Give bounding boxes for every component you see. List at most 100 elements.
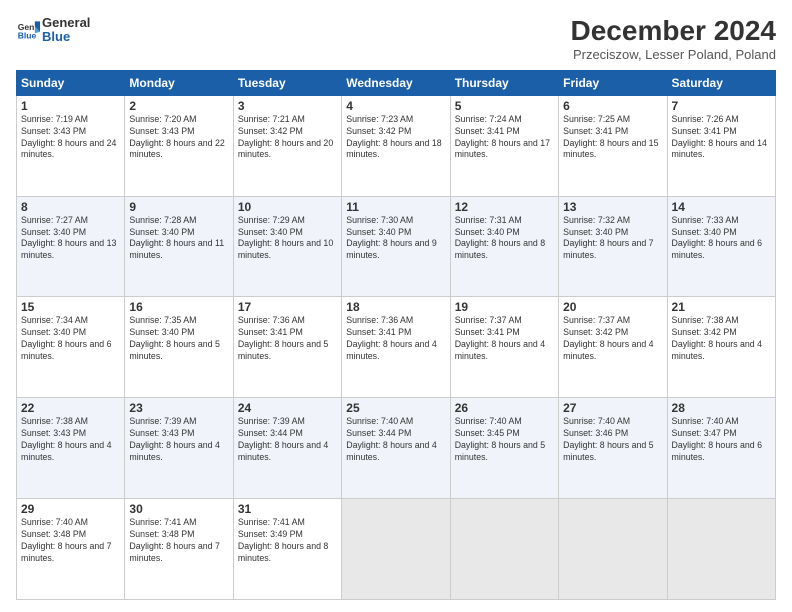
day-info: Sunrise: 7:39 AM Sunset: 3:44 PM Dayligh… (238, 416, 337, 464)
day-number: 13 (563, 200, 662, 214)
day-info: Sunrise: 7:34 AM Sunset: 3:40 PM Dayligh… (21, 315, 120, 363)
day-cell-1: 1 Sunrise: 7:19 AM Sunset: 3:43 PM Dayli… (17, 95, 125, 196)
col-header-thursday: Thursday (450, 70, 558, 95)
day-cell-6: 6 Sunrise: 7:25 AM Sunset: 3:41 PM Dayli… (559, 95, 667, 196)
day-info: Sunrise: 7:32 AM Sunset: 3:40 PM Dayligh… (563, 215, 662, 263)
day-info: Sunrise: 7:37 AM Sunset: 3:41 PM Dayligh… (455, 315, 554, 363)
location: Przeciszow, Lesser Poland, Poland (571, 47, 776, 62)
day-cell-26: 26 Sunrise: 7:40 AM Sunset: 3:45 PM Dayl… (450, 398, 558, 499)
day-info: Sunrise: 7:31 AM Sunset: 3:40 PM Dayligh… (455, 215, 554, 263)
col-header-monday: Monday (125, 70, 233, 95)
day-number: 17 (238, 300, 337, 314)
calendar-table: SundayMondayTuesdayWednesdayThursdayFrid… (16, 70, 776, 600)
day-cell-22: 22 Sunrise: 7:38 AM Sunset: 3:43 PM Dayl… (17, 398, 125, 499)
day-info: Sunrise: 7:40 AM Sunset: 3:45 PM Dayligh… (455, 416, 554, 464)
month-title: December 2024 (571, 16, 776, 47)
day-info: Sunrise: 7:33 AM Sunset: 3:40 PM Dayligh… (672, 215, 771, 263)
day-info: Sunrise: 7:23 AM Sunset: 3:42 PM Dayligh… (346, 114, 445, 162)
col-header-friday: Friday (559, 70, 667, 95)
day-number: 30 (129, 502, 228, 516)
day-info: Sunrise: 7:35 AM Sunset: 3:40 PM Dayligh… (129, 315, 228, 363)
day-number: 6 (563, 99, 662, 113)
day-cell-2: 2 Sunrise: 7:20 AM Sunset: 3:43 PM Dayli… (125, 95, 233, 196)
week-row-2: 8 Sunrise: 7:27 AM Sunset: 3:40 PM Dayli… (17, 196, 776, 297)
day-number: 8 (21, 200, 120, 214)
day-info: Sunrise: 7:20 AM Sunset: 3:43 PM Dayligh… (129, 114, 228, 162)
day-cell-15: 15 Sunrise: 7:34 AM Sunset: 3:40 PM Dayl… (17, 297, 125, 398)
header: Gen Blue General Blue December 2024 Prze… (16, 16, 776, 62)
day-cell-28: 28 Sunrise: 7:40 AM Sunset: 3:47 PM Dayl… (667, 398, 775, 499)
day-info: Sunrise: 7:41 AM Sunset: 3:48 PM Dayligh… (129, 517, 228, 565)
day-cell-30: 30 Sunrise: 7:41 AM Sunset: 3:48 PM Dayl… (125, 499, 233, 600)
day-cell-10: 10 Sunrise: 7:29 AM Sunset: 3:40 PM Dayl… (233, 196, 341, 297)
day-number: 29 (21, 502, 120, 516)
day-cell-13: 13 Sunrise: 7:32 AM Sunset: 3:40 PM Dayl… (559, 196, 667, 297)
col-header-wednesday: Wednesday (342, 70, 450, 95)
day-number: 23 (129, 401, 228, 415)
day-info: Sunrise: 7:40 AM Sunset: 3:47 PM Dayligh… (672, 416, 771, 464)
day-info: Sunrise: 7:27 AM Sunset: 3:40 PM Dayligh… (21, 215, 120, 263)
day-number: 25 (346, 401, 445, 415)
day-number: 1 (21, 99, 120, 113)
col-header-sunday: Sunday (17, 70, 125, 95)
day-number: 28 (672, 401, 771, 415)
day-number: 26 (455, 401, 554, 415)
day-cell-3: 3 Sunrise: 7:21 AM Sunset: 3:42 PM Dayli… (233, 95, 341, 196)
day-info: Sunrise: 7:19 AM Sunset: 3:43 PM Dayligh… (21, 114, 120, 162)
logo: Gen Blue General Blue (16, 16, 90, 45)
page: Gen Blue General Blue December 2024 Prze… (0, 0, 792, 612)
empty-cell (450, 499, 558, 600)
day-number: 10 (238, 200, 337, 214)
day-info: Sunrise: 7:30 AM Sunset: 3:40 PM Dayligh… (346, 215, 445, 263)
empty-cell (667, 499, 775, 600)
week-row-5: 29 Sunrise: 7:40 AM Sunset: 3:48 PM Dayl… (17, 499, 776, 600)
day-number: 22 (21, 401, 120, 415)
day-cell-16: 16 Sunrise: 7:35 AM Sunset: 3:40 PM Dayl… (125, 297, 233, 398)
day-info: Sunrise: 7:40 AM Sunset: 3:48 PM Dayligh… (21, 517, 120, 565)
day-number: 4 (346, 99, 445, 113)
day-number: 16 (129, 300, 228, 314)
day-cell-12: 12 Sunrise: 7:31 AM Sunset: 3:40 PM Dayl… (450, 196, 558, 297)
day-cell-24: 24 Sunrise: 7:39 AM Sunset: 3:44 PM Dayl… (233, 398, 341, 499)
calendar-header-row: SundayMondayTuesdayWednesdayThursdayFrid… (17, 70, 776, 95)
day-cell-27: 27 Sunrise: 7:40 AM Sunset: 3:46 PM Dayl… (559, 398, 667, 499)
day-number: 27 (563, 401, 662, 415)
day-info: Sunrise: 7:37 AM Sunset: 3:42 PM Dayligh… (563, 315, 662, 363)
day-number: 5 (455, 99, 554, 113)
day-number: 21 (672, 300, 771, 314)
day-number: 3 (238, 99, 337, 113)
svg-text:Blue: Blue (18, 31, 37, 41)
day-info: Sunrise: 7:41 AM Sunset: 3:49 PM Dayligh… (238, 517, 337, 565)
day-cell-7: 7 Sunrise: 7:26 AM Sunset: 3:41 PM Dayli… (667, 95, 775, 196)
day-info: Sunrise: 7:36 AM Sunset: 3:41 PM Dayligh… (346, 315, 445, 363)
day-cell-11: 11 Sunrise: 7:30 AM Sunset: 3:40 PM Dayl… (342, 196, 450, 297)
day-cell-29: 29 Sunrise: 7:40 AM Sunset: 3:48 PM Dayl… (17, 499, 125, 600)
empty-cell (342, 499, 450, 600)
day-number: 24 (238, 401, 337, 415)
day-info: Sunrise: 7:29 AM Sunset: 3:40 PM Dayligh… (238, 215, 337, 263)
title-block: December 2024 Przeciszow, Lesser Poland,… (571, 16, 776, 62)
day-cell-19: 19 Sunrise: 7:37 AM Sunset: 3:41 PM Dayl… (450, 297, 558, 398)
day-number: 20 (563, 300, 662, 314)
day-cell-9: 9 Sunrise: 7:28 AM Sunset: 3:40 PM Dayli… (125, 196, 233, 297)
day-cell-17: 17 Sunrise: 7:36 AM Sunset: 3:41 PM Dayl… (233, 297, 341, 398)
day-number: 19 (455, 300, 554, 314)
logo-icon: Gen Blue (16, 18, 40, 42)
week-row-1: 1 Sunrise: 7:19 AM Sunset: 3:43 PM Dayli… (17, 95, 776, 196)
day-number: 31 (238, 502, 337, 516)
day-info: Sunrise: 7:39 AM Sunset: 3:43 PM Dayligh… (129, 416, 228, 464)
day-cell-23: 23 Sunrise: 7:39 AM Sunset: 3:43 PM Dayl… (125, 398, 233, 499)
day-cell-8: 8 Sunrise: 7:27 AM Sunset: 3:40 PM Dayli… (17, 196, 125, 297)
day-cell-31: 31 Sunrise: 7:41 AM Sunset: 3:49 PM Dayl… (233, 499, 341, 600)
day-number: 12 (455, 200, 554, 214)
col-header-saturday: Saturday (667, 70, 775, 95)
logo-text: General Blue (42, 16, 90, 45)
day-number: 18 (346, 300, 445, 314)
day-number: 7 (672, 99, 771, 113)
day-number: 14 (672, 200, 771, 214)
week-row-4: 22 Sunrise: 7:38 AM Sunset: 3:43 PM Dayl… (17, 398, 776, 499)
day-info: Sunrise: 7:26 AM Sunset: 3:41 PM Dayligh… (672, 114, 771, 162)
day-cell-25: 25 Sunrise: 7:40 AM Sunset: 3:44 PM Dayl… (342, 398, 450, 499)
day-cell-18: 18 Sunrise: 7:36 AM Sunset: 3:41 PM Dayl… (342, 297, 450, 398)
day-info: Sunrise: 7:38 AM Sunset: 3:42 PM Dayligh… (672, 315, 771, 363)
